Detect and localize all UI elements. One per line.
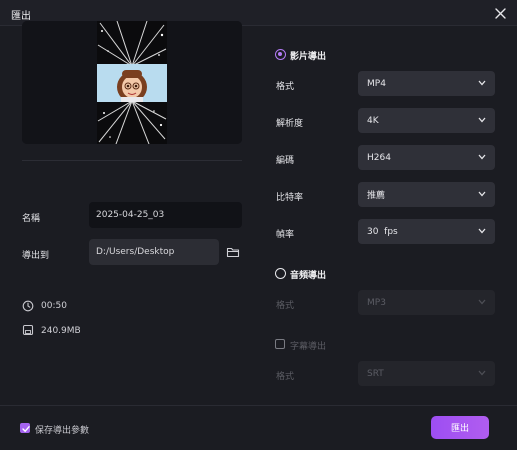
video-export-radio[interactable] xyxy=(275,49,286,60)
codec-select[interactable]: H264 xyxy=(358,145,495,170)
chevron-down-icon xyxy=(478,228,486,234)
resolution-select[interactable]: 4K xyxy=(358,108,495,133)
codec-label: 編碼 xyxy=(276,156,295,166)
file-size-text: 240.9MB xyxy=(41,326,81,336)
left-divider xyxy=(22,160,242,161)
chevron-down-icon xyxy=(478,191,486,197)
video-format-label: 格式 xyxy=(276,82,295,92)
clock-icon xyxy=(22,300,34,312)
file-size-icon xyxy=(22,324,34,336)
subtitle-format-value: SRT xyxy=(367,368,384,379)
bitrate-label: 比特率 xyxy=(276,193,304,203)
close-button[interactable] xyxy=(491,4,509,22)
video-preview xyxy=(22,21,242,144)
audio-format-label: 格式 xyxy=(276,301,295,311)
subtitle-format-label: 格式 xyxy=(276,372,295,382)
audio-export-label: 音頻導出 xyxy=(290,271,327,281)
subtitle-format-select: SRT xyxy=(358,361,495,386)
resolution-value: 4K xyxy=(367,115,379,126)
window-title: 匯出 xyxy=(11,11,31,22)
audio-format-value: MP3 xyxy=(367,297,386,308)
bitrate-value: 推薦 xyxy=(367,191,386,201)
video-format-select[interactable]: MP4 xyxy=(358,71,495,96)
chevron-down-icon xyxy=(478,370,486,376)
audio-export-radio[interactable] xyxy=(275,268,286,279)
close-icon xyxy=(494,7,506,19)
preview-thumbnail xyxy=(22,21,242,144)
check-icon xyxy=(22,426,30,432)
chevron-down-icon xyxy=(478,299,486,305)
chevron-down-icon xyxy=(478,154,486,160)
footer-bar: 保存導出參數 匯出 xyxy=(0,405,517,450)
export-button[interactable]: 匯出 xyxy=(431,416,489,439)
folder-icon[interactable] xyxy=(226,245,240,259)
duration-text: 00:50 xyxy=(41,301,67,311)
name-label: 名稱 xyxy=(22,214,41,224)
video-format-value: MP4 xyxy=(367,78,386,89)
framerate-select[interactable]: 30 fps xyxy=(358,219,495,244)
resolution-label: 解析度 xyxy=(276,119,304,129)
framerate-value: 30 fps xyxy=(367,226,398,237)
audio-format-select: MP3 xyxy=(358,290,495,315)
subtitle-export-checkbox[interactable] xyxy=(275,339,285,349)
save-params-label: 保存導出參數 xyxy=(35,426,90,436)
framerate-label: 幀率 xyxy=(276,230,295,240)
export-to-label: 導出到 xyxy=(22,251,50,261)
export-path-field[interactable]: D:/Users/Desktop xyxy=(89,239,219,265)
video-export-label: 影片導出 xyxy=(290,52,327,62)
bitrate-select[interactable]: 推薦 xyxy=(358,182,495,207)
save-params-checkbox[interactable] xyxy=(20,423,30,433)
chevron-down-icon xyxy=(478,117,486,123)
codec-value: H264 xyxy=(367,152,391,163)
subtitle-export-label: 字幕導出 xyxy=(290,342,327,352)
chevron-down-icon xyxy=(478,80,486,86)
name-input[interactable]: 2025-04-25_03 xyxy=(89,202,242,228)
